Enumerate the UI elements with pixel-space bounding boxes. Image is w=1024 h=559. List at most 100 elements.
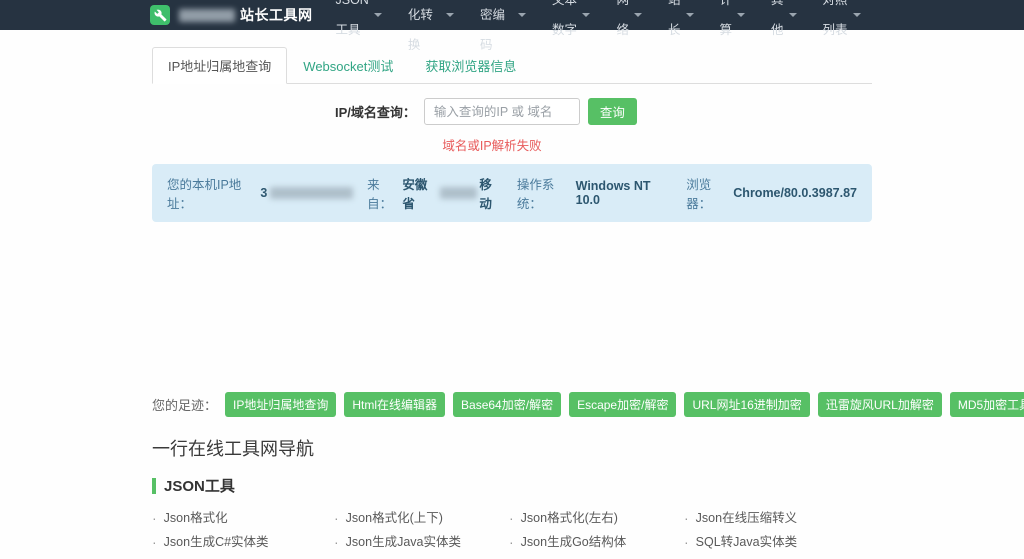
nav-menu-label: 对照列表 bbox=[822, 0, 848, 37]
tool-link[interactable]: · Json转Excel/CSV格式 bbox=[509, 554, 684, 559]
footprints-list: IP地址归属地查询 Html在线编辑器 Base64加密/解密 Escape加密/解密… bbox=[225, 392, 1024, 417]
footprint-badge[interactable]: IP地址归属地查询 bbox=[225, 392, 337, 417]
bullet-icon: · bbox=[152, 554, 157, 559]
nav-menu-label: JSON工具 bbox=[335, 0, 369, 37]
nav-menu-item[interactable]: 文本数字 bbox=[539, 0, 603, 60]
nav-heading: 一行在线工具网导航 bbox=[152, 439, 314, 459]
tool-link[interactable]: · Excel/CSV转Json格式 bbox=[334, 554, 509, 559]
footprint-badge[interactable]: MD5加密工具 bbox=[949, 392, 1024, 417]
from-label: 来自： bbox=[367, 178, 393, 211]
nav-menu-item[interactable]: 其他 bbox=[758, 0, 810, 60]
nav-menu-item[interactable]: 对照列表 bbox=[810, 0, 874, 60]
ip-query-form: IP/域名查询： 查询 bbox=[335, 98, 872, 125]
os-label: 操作系统： bbox=[516, 178, 555, 211]
error-message: 域名或IP解析失败 bbox=[442, 139, 542, 153]
chevron-down-icon bbox=[445, 13, 454, 21]
site-title: 站长工具网 bbox=[240, 7, 313, 23]
browser-value: Chrome/80.0.3987.87 bbox=[733, 186, 857, 200]
bullet-icon: · bbox=[152, 510, 157, 526]
green-bar-decoration bbox=[152, 477, 156, 494]
tool-link[interactable]: · Json格式化 bbox=[152, 506, 334, 530]
chevron-down-icon bbox=[853, 13, 861, 21]
footprint-badge[interactable]: Escape加密/解密 bbox=[569, 392, 677, 417]
bullet-icon: · bbox=[334, 510, 339, 526]
footprint-badge[interactable]: URL网址16进制加密 bbox=[684, 392, 810, 417]
nav-menu-label: 网络 bbox=[616, 0, 629, 37]
tool-link[interactable]: · Json生成Java实体类 bbox=[334, 530, 509, 554]
nav-menu-label: 计算 bbox=[719, 0, 733, 37]
footprint-badge[interactable]: Base64加密/解密 bbox=[453, 392, 562, 417]
bullet-icon: · bbox=[684, 554, 689, 559]
ip-label: 您的本机IP地址： bbox=[167, 178, 242, 211]
blurred-site-name bbox=[179, 8, 235, 22]
chevron-down-icon bbox=[373, 13, 382, 21]
tool-link-label: Json生成C#实体类 bbox=[163, 535, 269, 549]
tool-link[interactable]: · SQL转Java实体类 bbox=[684, 530, 872, 554]
province-value: 安徽省 bbox=[402, 178, 428, 211]
tool-link[interactable]: · XML和Json在线互转 bbox=[152, 554, 334, 559]
chevron-down-icon bbox=[582, 13, 591, 21]
nav-menu-label: 站长 bbox=[668, 0, 681, 37]
browser-label: 浏览器： bbox=[686, 178, 712, 211]
site-logo[interactable]: 站长工具网 bbox=[150, 5, 313, 25]
tool-link[interactable]: · Json在线压缩转义 bbox=[684, 506, 872, 530]
tool-link[interactable]: · Json生成Go结构体 bbox=[509, 530, 684, 554]
section-title-text: JSON工具 bbox=[164, 478, 235, 495]
bullet-icon: · bbox=[334, 554, 339, 559]
nav-menu-label: 文本数字 bbox=[552, 0, 578, 37]
tool-link-label: Json格式化(上下) bbox=[345, 511, 443, 525]
bullet-icon: · bbox=[509, 510, 514, 526]
query-button[interactable]: 查询 bbox=[587, 98, 637, 125]
tool-link-label: Json生成Go结构体 bbox=[520, 535, 627, 549]
tab-browser-info[interactable]: 获取浏览器信息 bbox=[409, 47, 532, 84]
bullet-icon: · bbox=[509, 534, 514, 550]
bullet-icon: · bbox=[509, 554, 514, 559]
top-navbar: 站长工具网 JSON工具格式化转换加解密编码文本数字网络站长计算其他对照列表 bbox=[0, 0, 1024, 52]
tool-link[interactable]: · Json生成C#实体类 bbox=[152, 530, 334, 554]
main-container: IP地址归属地查询Websocket测试获取浏览器信息 IP/域名查询： 查询 … bbox=[152, 47, 1024, 559]
bullet-icon: · bbox=[684, 510, 689, 526]
tool-link-label: Json格式化 bbox=[163, 511, 228, 525]
tool-links-grid: · Json格式化 · Json格式化(上下) · Json格式化(左右) · Json在线压… bbox=[152, 506, 872, 559]
bullet-icon: · bbox=[684, 534, 689, 550]
local-ip-info-box: 您的本机IP地址： 3 来自： 安徽省 移动 操作系统： Windows NT … bbox=[152, 164, 872, 222]
footprints-bar: 您的足迹： IP地址归属地查询 Html在线编辑器 Base64加密/解密 Escap… bbox=[152, 392, 1024, 417]
tool-link-label: JSON和GET参数互转 bbox=[696, 554, 818, 559]
tab-ip-lookup[interactable]: IP地址归属地查询 bbox=[152, 47, 288, 84]
wrench-icon bbox=[150, 5, 170, 25]
navbar-inner: 站长工具网 JSON工具格式化转换加解密编码文本数字网络站长计算其他对照列表 bbox=[150, 0, 874, 52]
tool-link-label: Json生成Java实体类 bbox=[345, 535, 461, 549]
footprints-label: 您的足迹： bbox=[152, 398, 218, 413]
chevron-down-icon bbox=[518, 13, 527, 21]
blurred-ip-value bbox=[270, 187, 354, 199]
tool-link[interactable]: · Json格式化(上下) bbox=[334, 506, 509, 530]
tab-websocket-test[interactable]: Websocket测试 bbox=[287, 47, 409, 84]
tool-link-label: XML和Json在线互转 bbox=[164, 554, 279, 559]
section-title: JSON工具 bbox=[152, 475, 872, 496]
blurred-location bbox=[439, 187, 478, 199]
tool-link[interactable]: · JSON和GET参数互转 bbox=[684, 554, 872, 559]
tool-link-label: Json在线压缩转义 bbox=[695, 511, 798, 525]
query-label: IP/域名查询： bbox=[335, 105, 416, 120]
bullet-icon: · bbox=[334, 534, 339, 550]
tool-link-label: Excel/CSV转Json格式 bbox=[346, 554, 470, 559]
ip-value-prefix: 3 bbox=[260, 186, 268, 200]
nav-menu-label: 其他 bbox=[771, 0, 784, 37]
os-value: Windows NT 10.0 bbox=[575, 179, 651, 207]
nav-menu-item[interactable]: 站长 bbox=[655, 0, 707, 60]
nav-menu-item[interactable]: 网络 bbox=[603, 0, 655, 60]
footprint-badge[interactable]: Html在线编辑器 bbox=[344, 392, 446, 417]
tool-link-label: Json格式化(左右) bbox=[520, 511, 618, 525]
chevron-down-icon bbox=[634, 13, 642, 21]
bullet-icon: · bbox=[152, 534, 157, 550]
tool-link-label: Json转Excel/CSV格式 bbox=[521, 554, 645, 559]
tool-link[interactable]: · Json格式化(左右) bbox=[509, 506, 684, 530]
chevron-down-icon bbox=[685, 13, 694, 21]
ip-query-input[interactable] bbox=[423, 98, 580, 125]
chevron-down-icon bbox=[788, 13, 797, 21]
nav-menu-item[interactable]: 计算 bbox=[707, 0, 759, 60]
footprint-badge[interactable]: 迅雷旋风URL加解密 bbox=[817, 392, 942, 417]
chevron-down-icon bbox=[737, 13, 746, 21]
carrier-value: 移动 bbox=[479, 178, 492, 211]
tool-link-label: SQL转Java实体类 bbox=[695, 535, 798, 549]
